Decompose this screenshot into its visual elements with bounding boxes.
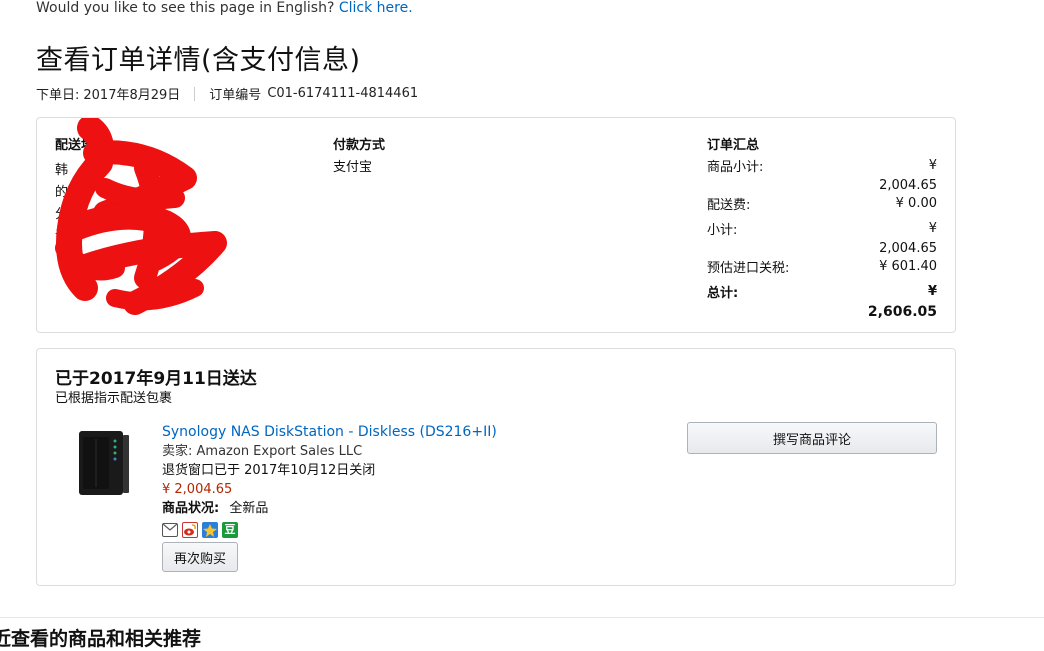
summary-value: ¥ 601.40	[879, 259, 937, 274]
item-price: ¥ 2,004.65	[162, 482, 233, 497]
summary-value: ¥ 0.00	[895, 196, 937, 211]
delivery-status: 已于2017年9月11日送达	[55, 369, 257, 389]
delivery-note: 已根据指示配送包裹	[55, 391, 173, 406]
summary-value-amount: 2,004.65	[879, 178, 937, 193]
payment-method: 支付宝	[333, 160, 373, 175]
condition-label: 商品状况:	[162, 501, 220, 516]
write-review-button[interactable]: 撰写商品评论	[687, 422, 937, 454]
summary-label: 小计:	[707, 223, 738, 238]
page-title: 查看订单详情(含支付信息)	[36, 45, 361, 76]
summary-label: 配送费:	[707, 198, 751, 213]
summary-value: ¥ 2,606.05	[868, 282, 937, 322]
summary-value-currency: ¥	[928, 221, 937, 236]
order-info-box: 配送地 韩 的 分证 证 付款方式 支付宝 订单汇总 商品小计: ¥ 2,004…	[36, 117, 956, 333]
douban-icon[interactable]: 豆	[222, 522, 238, 538]
summary-label: 预估进口关税:	[707, 261, 790, 276]
meta-divider	[194, 86, 196, 101]
english-link[interactable]: Click here.	[339, 0, 413, 16]
summary-title: 订单汇总	[707, 138, 760, 153]
payment-title: 付款方式	[333, 138, 386, 153]
order-number-label: 订单编号	[209, 88, 262, 103]
summary-value: ¥ 2,004.65	[879, 156, 937, 196]
summary-label: 商品小计:	[707, 160, 764, 175]
item-condition: 商品状况: 全新品	[162, 499, 497, 518]
summary-value-currency: ¥	[928, 158, 937, 173]
summary-value: ¥ 2,004.65	[879, 219, 937, 259]
mail-icon[interactable]	[162, 523, 178, 537]
order-date: 2017年8月29日	[83, 88, 181, 103]
seller-info: 卖家: Amazon Export Sales LLC	[162, 444, 363, 459]
order-date-label: 下单日:	[36, 88, 80, 103]
order-meta: 下单日: 2017年8月29日 订单编号 C01-6174111-4814461	[36, 84, 418, 103]
summary-label: 总计:	[707, 286, 739, 301]
return-window: 退货窗口已于 2017年10月12日关闭	[162, 463, 376, 478]
summary-value-currency: ¥	[927, 284, 937, 299]
buy-again-button[interactable]: 再次购买	[162, 542, 238, 572]
shipment-box: 已于2017年9月11日送达 已根据指示配送包裹 Synology NAS Di…	[36, 348, 956, 586]
language-prompt: Would you like to see this page in Engli…	[36, 0, 413, 16]
condition-value: 全新品	[229, 501, 269, 516]
redaction-scribble	[55, 118, 227, 315]
order-number: C01-6174111-4814461	[267, 86, 419, 101]
order-item: Synology NAS DiskStation - Diskless (DS2…	[162, 423, 497, 538]
summary-value-amount: 2,004.65	[879, 241, 937, 256]
section-divider	[0, 617, 1044, 618]
qzone-icon[interactable]	[202, 522, 218, 538]
recommendations-heading: 近查看的商品和相关推荐	[0, 628, 202, 650]
product-title-link[interactable]: Synology NAS DiskStation - Diskless (DS2…	[162, 423, 497, 442]
language-prompt-text: Would you like to see this page in Engli…	[36, 0, 335, 16]
summary-value-amount: 2,606.05	[867, 304, 937, 320]
product-image[interactable]	[75, 427, 131, 499]
weibo-icon[interactable]	[182, 522, 198, 538]
share-icons: 豆	[162, 522, 497, 538]
